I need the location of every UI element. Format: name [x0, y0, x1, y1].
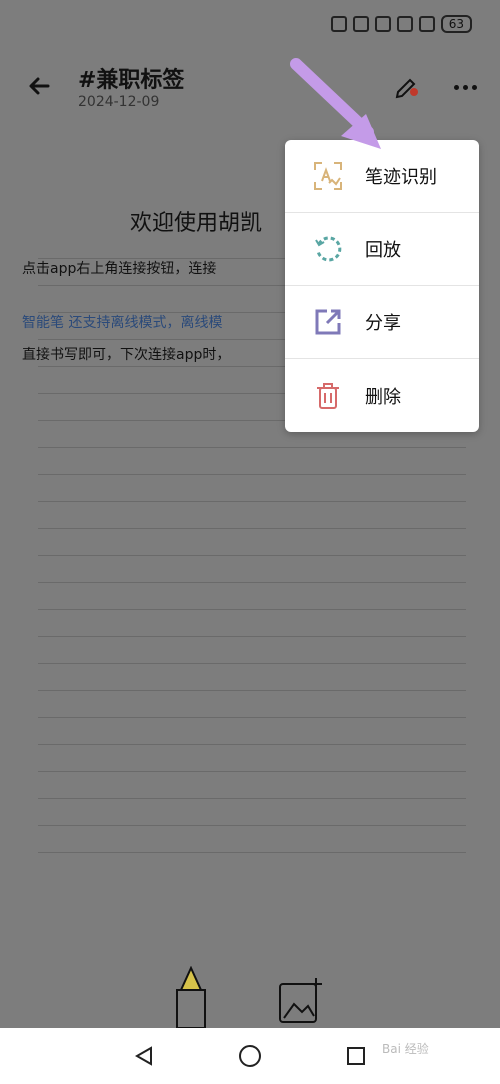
image-icon — [279, 978, 322, 1023]
circle-home-icon — [239, 1045, 261, 1067]
menu-item-replay[interactable]: 回放 — [285, 213, 479, 286]
square-recents-icon — [347, 1047, 365, 1065]
insert-image-button[interactable] — [278, 976, 324, 1024]
bottom-toolbar — [0, 965, 500, 1029]
delete-icon — [317, 382, 339, 409]
nav-back-button[interactable] — [131, 1043, 157, 1069]
more-options-menu: 笔迹识别 回放 分享 删除 — [285, 140, 479, 432]
arrow-left-icon — [29, 77, 50, 95]
pencil-icon — [176, 965, 206, 1029]
vibrate-icon — [374, 16, 391, 32]
menu-item-delete[interactable]: 删除 — [285, 359, 479, 432]
menu-label-replay: 回放 — [365, 240, 401, 261]
menu-label-share: 分享 — [365, 313, 401, 334]
handwriting-recognition-icon — [314, 162, 342, 190]
share-icon — [315, 309, 341, 335]
more-dot — [462, 84, 468, 90]
triangle-back-icon — [134, 1046, 152, 1066]
note-date: 2024-12-09 — [78, 94, 160, 110]
battery-indicator: 63 — [440, 15, 472, 33]
more-menu-button[interactable] — [450, 72, 480, 102]
nav-recents-button[interactable] — [343, 1043, 369, 1069]
more-dot — [471, 84, 477, 90]
menu-label-handwriting-recognition: 笔迹识别 — [365, 167, 437, 188]
replay-icon — [315, 236, 342, 262]
status-bar: 63 — [0, 0, 500, 48]
pen-icon — [395, 78, 418, 99]
more-dot — [453, 84, 459, 90]
pencil-tool-button[interactable] — [173, 965, 209, 1029]
signal-icon — [418, 16, 435, 32]
wifi-icon — [396, 16, 413, 32]
annotation-arrow-icon — [290, 58, 381, 149]
nav-home-button[interactable] — [237, 1043, 263, 1069]
alarm-icon — [352, 16, 369, 32]
nfc-icon — [330, 16, 347, 32]
pen-edit-button[interactable] — [392, 70, 422, 100]
top-bar: #兼职标签 2024-12-09 — [0, 60, 500, 120]
watermark: Bai 经验 — [382, 1042, 429, 1056]
menu-item-share[interactable]: 分享 — [285, 286, 479, 359]
page-title: #兼职标签 — [78, 68, 185, 93]
back-button[interactable] — [26, 72, 54, 100]
menu-label-delete: 删除 — [365, 386, 401, 408]
